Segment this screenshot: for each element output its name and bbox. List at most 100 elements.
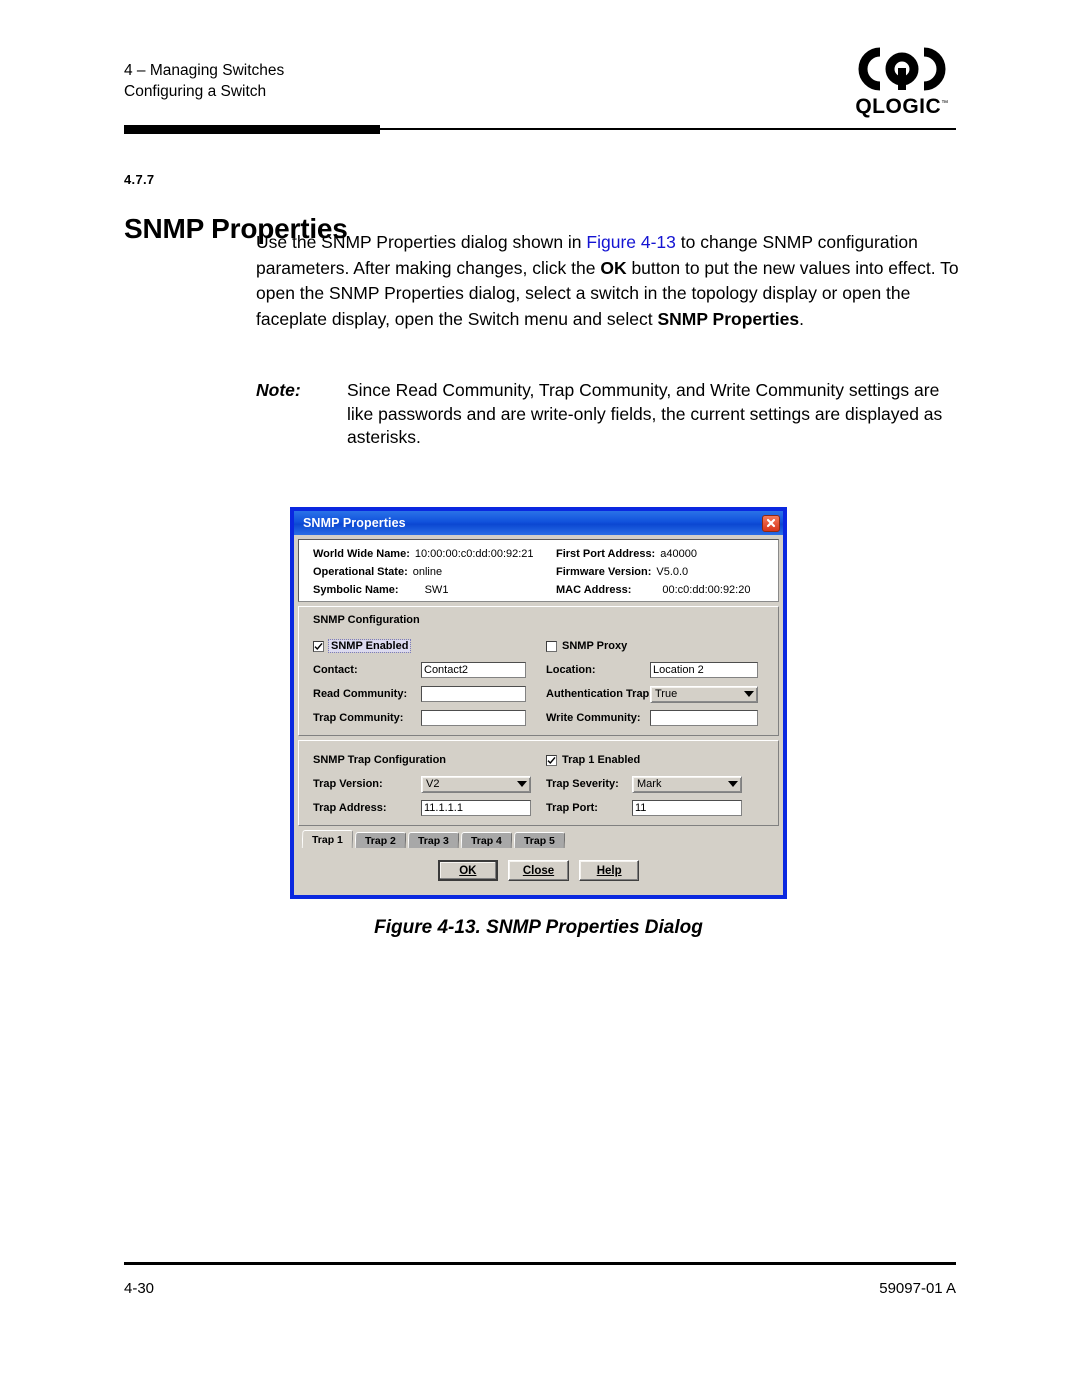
info-row: Symbolic Name: SW1 MAC Address: 00:c0:dd…: [299, 581, 778, 599]
header-rule-thick: [124, 125, 380, 134]
figure-cross-reference[interactable]: Figure 4-13: [586, 232, 676, 252]
body-text-d: .: [799, 308, 804, 329]
info-operational-state-label: Operational State:: [313, 566, 408, 578]
close-button[interactable]: Close: [507, 860, 570, 881]
note-text: Since Read Community, Trap Community, an…: [347, 380, 943, 447]
body-ok-bold: OK: [600, 257, 627, 278]
info-mac-address: MAC Address: 00:c0:dd:00:92:20: [554, 584, 750, 596]
snmp-configuration-group: SNMP Configuration SNMP Enabled SNMP Pro…: [298, 606, 779, 736]
snmp-trap-configuration-group: SNMP Trap Configuration Trap 1 Enabled T…: [298, 740, 779, 826]
trap-enabled-checkbox-row[interactable]: Trap 1 Enabled: [546, 750, 640, 770]
snmp-configuration-title: SNMP Configuration: [313, 614, 420, 626]
snmp-trap-configuration-title: SNMP Trap Configuration: [313, 754, 447, 766]
body-paragraph: Use the SNMP Properties dialog shown in …: [256, 230, 962, 332]
snmp-properties-dialog: SNMP Properties World Wide Name: 10:00:0…: [291, 508, 786, 898]
write-community-label: Write Community:: [546, 712, 641, 724]
figure-caption: Figure 4-13. SNMP Properties Dialog: [374, 917, 703, 938]
write-community-input[interactable]: [650, 710, 758, 726]
snmp-proxy-checkbox-row[interactable]: SNMP Proxy: [546, 636, 627, 656]
read-community-input[interactable]: [421, 686, 526, 702]
trap-severity-label: Trap Severity:: [546, 778, 619, 790]
info-firmware-version: Firmware Version: V5.0.0: [554, 566, 688, 578]
snmp-proxy-cell: SNMP Proxy: [546, 636, 764, 656]
info-first-port-address: First Port Address: a40000: [554, 548, 697, 560]
info-operational-state-value: online: [412, 566, 443, 578]
tab-trap-3[interactable]: Trap 3: [407, 832, 460, 848]
checkbox-icon[interactable]: [546, 754, 557, 766]
snmp-enabled-checkbox-row[interactable]: SNMP Enabled: [313, 636, 412, 656]
trap-address-input[interactable]: 11.1.1.1: [421, 800, 531, 816]
trap-severity-select[interactable]: Mark: [632, 775, 742, 793]
trap-version-select[interactable]: V2: [421, 775, 531, 793]
snmp-checkbox-row: SNMP Enabled SNMP Proxy: [313, 634, 764, 658]
info-wwn-label: World Wide Name:: [313, 548, 410, 560]
trap-port-input[interactable]: 11: [632, 800, 742, 816]
ok-button[interactable]: OK: [437, 860, 498, 881]
contact-input[interactable]: Contact2: [421, 662, 526, 678]
help-button-label: Help: [596, 864, 622, 877]
trap-version-label: Trap Version:: [313, 778, 383, 790]
tab-trap-2[interactable]: Trap 2: [354, 832, 407, 848]
qlogic-wordmark: QLOGIC™: [855, 95, 949, 118]
close-icon[interactable]: [762, 514, 780, 532]
close-button-label: Close: [522, 864, 555, 877]
qlogic-mark-icon: [858, 47, 946, 91]
read-community-label: Read Community:: [313, 688, 408, 700]
trap-community-label: Trap Community:: [313, 712, 404, 724]
authentication-trap-select[interactable]: True: [650, 685, 758, 703]
trap-community-cell: Trap Community:: [313, 710, 546, 726]
chevron-down-icon: [728, 781, 738, 787]
header-rule-thin: [380, 128, 956, 130]
tab-trap-1-label: Trap 1: [311, 833, 343, 846]
info-wwn: World Wide Name: 10:00:00:c0:dd:00:92:21: [299, 548, 554, 560]
location-label: Location:: [546, 664, 596, 676]
location-input[interactable]: Location 2: [650, 662, 758, 678]
location-cell: Location: Location 2: [546, 662, 764, 678]
switch-info-panel: World Wide Name: 10:00:00:c0:dd:00:92:21…: [298, 539, 779, 602]
trap-config-title-cell: SNMP Trap Configuration: [313, 754, 546, 766]
trap-version-severity-row: Trap Version: V2 Trap Severity: Mark: [313, 772, 764, 796]
dialog-titlebar[interactable]: SNMP Properties: [294, 511, 783, 535]
trap-severity-cell: Trap Severity: Mark: [546, 775, 764, 793]
trademark-symbol: ™: [941, 100, 949, 107]
info-symbolic-name-label: Symbolic Name:: [313, 584, 399, 596]
checkmark-icon: [547, 756, 556, 764]
qlogic-logo: QLOGIC™: [848, 44, 956, 119]
trap-community-write-row: Trap Community: Write Community:: [313, 706, 764, 730]
snmp-enabled-label: SNMP Enabled: [327, 639, 412, 653]
close-x-glyph: [766, 518, 776, 528]
trap-port-label: Trap Port:: [546, 802, 598, 814]
trap-port-cell: Trap Port: 11: [546, 800, 764, 816]
trap-severity-value: Mark: [637, 778, 662, 790]
info-wwn-value: 10:00:00:c0:dd:00:92:21: [414, 548, 534, 560]
running-head: 4 – Managing Switches Configuring a Swit…: [124, 60, 956, 102]
header-rule: [124, 125, 956, 134]
read-community-cell: Read Community:: [313, 686, 546, 702]
trap-config-title-row: SNMP Trap Configuration Trap 1 Enabled: [313, 748, 764, 772]
info-mac-address-value: 00:c0:dd:00:92:20: [662, 584, 751, 596]
help-button[interactable]: Help: [579, 860, 640, 881]
section-number: 4.7.7: [124, 172, 155, 187]
dialog-title: SNMP Properties: [303, 516, 406, 530]
running-head-line2: Configuring a Switch: [124, 83, 267, 100]
tab-trap-4[interactable]: Trap 4: [460, 832, 513, 848]
checkbox-icon[interactable]: [313, 640, 324, 652]
info-first-port-address-label: First Port Address:: [556, 548, 656, 560]
dialog-body: World Wide Name: 10:00:00:c0:dd:00:92:21…: [294, 535, 783, 885]
info-row: Operational State: online Firmware Versi…: [299, 563, 778, 581]
trap-tab-bar: Trap 1 Trap 2 Trap 3 Trap 4 Trap 5: [298, 829, 779, 848]
trap-version-value: V2: [426, 778, 440, 790]
dialog-button-bar: OK Close Help: [298, 860, 779, 881]
tab-trap-5[interactable]: Trap 5: [513, 832, 565, 848]
info-operational-state: Operational State: online: [299, 566, 554, 578]
footer-page-number: 4-30: [124, 1280, 155, 1297]
tab-trap-1[interactable]: Trap 1: [301, 830, 354, 848]
checkbox-icon[interactable]: [546, 640, 557, 652]
body-snmp-properties-bold: SNMP Properties: [657, 308, 800, 329]
authentication-trap-label: Authentication Trap:: [546, 688, 653, 700]
footer-rule: [124, 1262, 956, 1265]
checkmark-icon: [314, 642, 323, 650]
trap-community-input[interactable]: [421, 710, 526, 726]
trap-enabled-cell: Trap 1 Enabled: [546, 750, 764, 770]
info-firmware-version-value: V5.0.0: [656, 566, 689, 578]
